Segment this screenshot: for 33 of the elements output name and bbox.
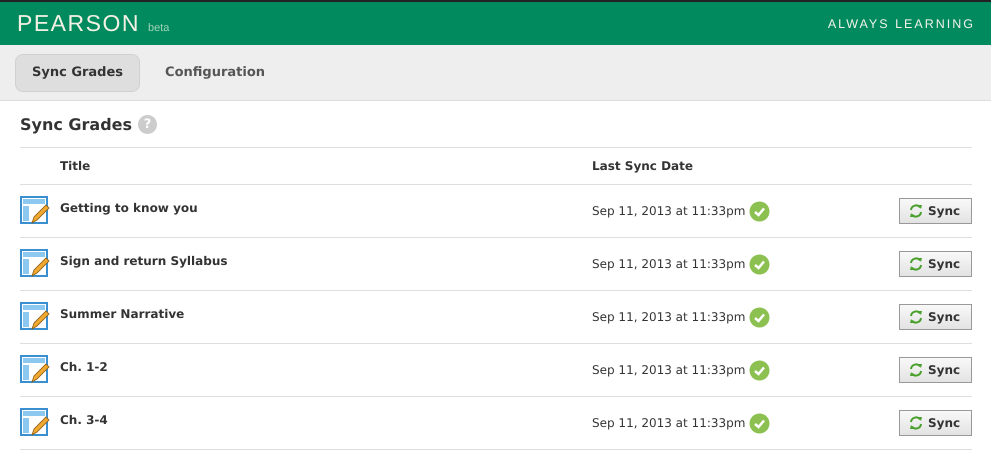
sync-date: Sep 11, 2013 at 11:33pm xyxy=(592,310,746,324)
tab[interactable]: Configuration xyxy=(148,54,282,92)
assignment-title: Ch. 1-2 xyxy=(60,360,109,374)
sync-button[interactable]: Sync xyxy=(899,357,972,383)
assignment-title: Ch. 3-4 xyxy=(60,413,109,427)
sync-date: Sep 11, 2013 at 11:33pm xyxy=(592,416,746,430)
sync-date: Sep 11, 2013 at 11:33pm xyxy=(592,257,746,271)
section-title: Sync Grades xyxy=(20,114,132,134)
sync-button[interactable]: Sync xyxy=(899,410,972,436)
refresh-icon xyxy=(908,415,924,431)
sync-date: Sep 11, 2013 at 11:33pm xyxy=(592,204,746,218)
column-header: Last Sync Date xyxy=(592,159,694,173)
document-edit-icon xyxy=(20,196,50,226)
document-edit-icon xyxy=(20,408,50,438)
refresh-icon xyxy=(908,309,924,325)
sync-button[interactable]: Sync xyxy=(899,304,972,330)
sync-button[interactable]: Sync xyxy=(899,251,972,277)
refresh-icon xyxy=(908,362,924,378)
logo: PEARSON xyxy=(17,10,140,37)
sync-button[interactable]: Sync xyxy=(899,198,972,224)
document-edit-icon xyxy=(20,302,50,332)
tab[interactable]: Sync Grades xyxy=(15,54,140,92)
refresh-icon xyxy=(908,256,924,272)
beta-label: beta xyxy=(148,22,170,34)
column-header: Title xyxy=(60,159,92,173)
assignment-title: Getting to know you xyxy=(60,201,199,215)
document-edit-icon xyxy=(20,249,50,279)
document-edit-icon xyxy=(20,355,50,385)
sync-date: Sep 11, 2013 at 11:33pm xyxy=(592,363,746,377)
tagline: ALWAYS LEARNING xyxy=(828,16,975,30)
assignment-title: Summer Narrative xyxy=(60,307,186,321)
assignment-title: Sign and return Syllabus xyxy=(60,254,229,268)
refresh-icon xyxy=(908,203,924,219)
